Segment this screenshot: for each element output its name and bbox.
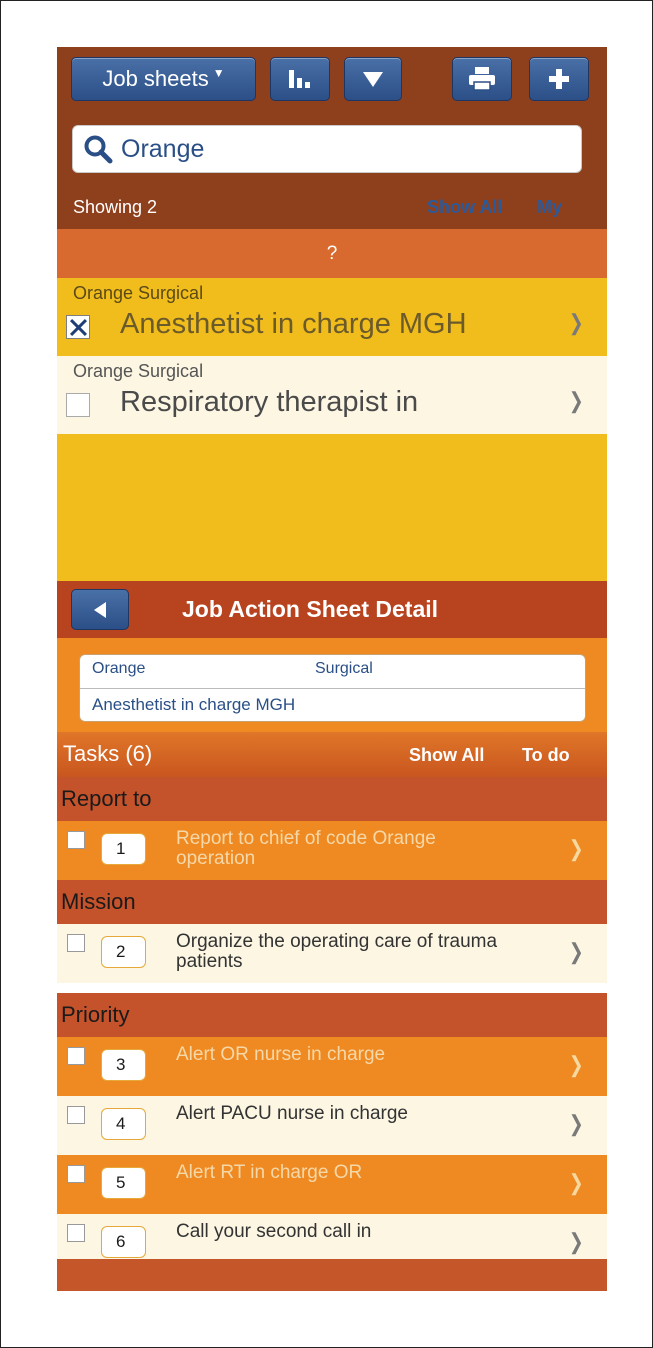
tasks-show-all-link[interactable]: Show All [409,745,484,766]
chevron-right-icon: ❯ [568,939,584,964]
list-item-category: Orange Surgical [73,283,204,303]
task-text: Report to chief of code Orange operation [176,828,436,869]
my-link[interactable]: My [537,197,562,218]
chevron-right-icon: ❯ [568,310,584,335]
showing-count: Showing 2 [73,197,158,217]
detail-info-card: Orange Surgical Anesthetist in charge MG… [79,654,586,722]
task-checkbox[interactable] [67,831,85,849]
top-toolbar: Job sheets ▼ [57,47,607,116]
list-item[interactable]: Orange Surgical Anesthetist in charge MG… [57,278,607,356]
printer-icon [469,67,495,91]
info-title: Anesthetist in charge MGH [92,695,296,714]
task-row[interactable]: 2 Organize the operating care of trauma … [57,924,607,983]
task-text: Alert PACU nurse in charge [176,1103,408,1124]
job-sheet-list: Orange Surgical Anesthetist in charge MG… [57,278,607,581]
task-checkbox[interactable] [67,1165,85,1183]
search-bar: Showing 2 Show All My [57,115,607,229]
task-checkbox[interactable] [67,934,85,952]
list-item-checkbox[interactable] [66,393,90,417]
bar-chart-icon [289,70,310,88]
list-item-category: Orange Surgical [73,361,204,381]
tasks-count-label: Tasks (6) [63,741,153,766]
triangle-down-icon [363,72,383,87]
job-sheets-label: Job sheets [102,66,209,91]
chevron-right-icon: ❯ [568,1170,584,1195]
detail-header: Job Action Sheet Detail [57,581,607,639]
chevron-right-icon: ❯ [568,1111,584,1136]
search-icon [83,134,113,164]
search-field[interactable] [72,125,582,173]
chevron-right-icon: ❯ [568,1229,584,1254]
section-header: Report to [57,777,607,821]
show-all-link[interactable]: Show All [427,197,502,218]
task-number: 4 [101,1108,146,1140]
task-row[interactable]: 5 Alert RT in charge OR ❯ [57,1155,607,1214]
section-header: Priority [57,993,607,1037]
task-number: 5 [101,1167,146,1199]
plus-icon [549,69,569,89]
list-item-checkbox[interactable] [66,315,90,339]
chevron-right-icon: ❯ [568,1052,584,1077]
caret-down-icon: ▼ [212,66,225,80]
chart-button[interactable] [270,57,330,101]
task-checkbox[interactable] [67,1224,85,1242]
tasks-header: Tasks (6) Show All To do [57,732,607,777]
list-item-title: Anesthetist in charge MGH [120,308,467,340]
add-button[interactable] [529,57,589,101]
search-input[interactable] [119,133,563,165]
task-number: 6 [101,1226,146,1258]
list-item[interactable]: Orange Surgical Respiratory therapist in… [57,356,607,434]
divider [80,688,585,689]
task-row[interactable]: 4 Alert PACU nurse in charge ❯ [57,1096,607,1155]
task-text: Call your second call in [176,1221,372,1242]
app: Job sheets ▼ Orange Showing 2 Show All M… [57,47,607,1291]
info-department: Surgical [315,660,373,677]
print-button[interactable] [452,57,512,101]
list-item-title: Respiratory therapist in [120,386,419,418]
task-row[interactable]: 1 Report to chief of code Orange operati… [57,821,607,880]
info-organization: Orange [92,660,146,677]
task-text: Alert OR nurse in charge [176,1044,386,1065]
section-header: Mission [57,880,607,924]
group-header: ? [57,229,607,278]
task-checkbox[interactable] [67,1106,85,1124]
tasks-todo-link[interactable]: To do [522,745,570,766]
job-sheets-button[interactable]: Job sheets ▼ [71,57,256,101]
task-checkbox[interactable] [67,1047,85,1065]
chevron-right-icon: ❯ [568,388,584,413]
filter-dropdown-button[interactable] [344,57,402,101]
task-row[interactable]: 3 Alert OR nurse in charge ❯ [57,1037,607,1096]
bottom-bar [57,1259,607,1291]
task-number: 3 [101,1049,146,1081]
detail-info-area: Orange Surgical Anesthetist in charge MG… [57,638,607,732]
task-number: 2 [101,936,146,968]
chevron-right-icon: ❯ [568,836,584,861]
detail-title: Job Action Sheet Detail [182,596,439,622]
task-number: 1 [101,833,146,865]
back-arrow-icon [94,602,106,618]
back-button[interactable] [71,589,129,630]
task-text: Organize the operating care of trauma pa… [176,931,498,972]
task-text: Alert RT in charge OR [176,1162,363,1183]
